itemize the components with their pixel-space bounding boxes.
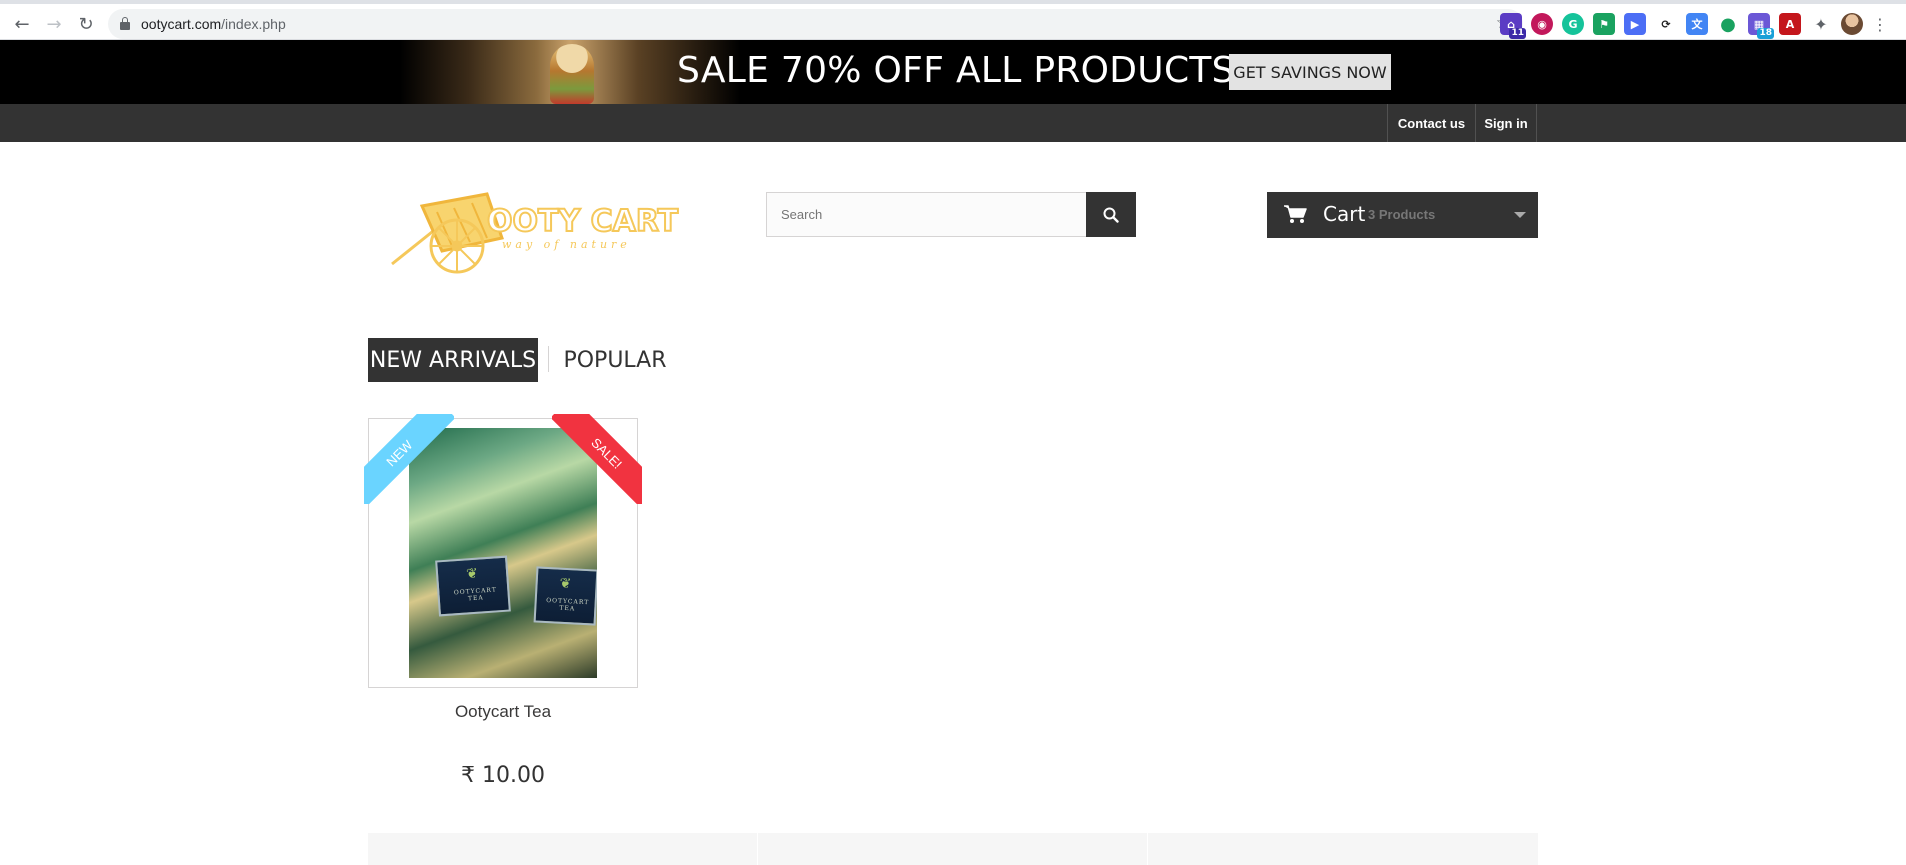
- browser-toolbar: ← → ↻ ootycart.com/index.php ☆ ⌂11 ◉ G ⚑…: [0, 0, 1906, 40]
- extension-school-icon[interactable]: ⌂ 11: [1500, 13, 1526, 39]
- extensions-bar: ⌂ 11 ◉ G ⚑ ▶ ⟳ 文 ● ▦ 18 A ✦ ⋮: [1500, 13, 1888, 39]
- tab-popular[interactable]: POPULAR: [560, 338, 670, 382]
- logo-title: OOTY CART: [487, 204, 679, 239]
- sign-in-link[interactable]: Sign in: [1475, 104, 1537, 142]
- translate-icon[interactable]: 文: [1686, 13, 1708, 35]
- extension-chat-icon[interactable]: ●: [1717, 13, 1739, 35]
- search-field[interactable]: [766, 192, 1088, 237]
- tab-new-arrivals[interactable]: NEW ARRIVALS: [368, 338, 538, 382]
- contact-us-link[interactable]: Contact us: [1387, 104, 1475, 142]
- extension-calendar-icon[interactable]: ▦ 18: [1748, 13, 1774, 39]
- shopping-cart-icon: [1284, 205, 1307, 223]
- cart-logo-icon: OOTY CART way of nature: [391, 192, 680, 274]
- tab-divider: [548, 346, 549, 372]
- search-icon: [1103, 207, 1119, 223]
- lock-icon: [120, 17, 130, 30]
- footer-block-3: [1148, 833, 1538, 865]
- pdf-icon[interactable]: A: [1779, 13, 1801, 35]
- search-input[interactable]: [767, 193, 1087, 236]
- footer-block-2: [758, 833, 1147, 865]
- back-icon[interactable]: ←: [10, 12, 34, 36]
- site-logo[interactable]: OOTY CART way of nature: [382, 176, 682, 276]
- product-name[interactable]: Ootycart Tea: [368, 702, 638, 722]
- grammarly-icon[interactable]: G: [1562, 13, 1584, 35]
- profile-avatar[interactable]: [1841, 13, 1863, 35]
- logo-tagline: way of nature: [502, 238, 631, 251]
- product-price: ₹ 10.00: [461, 763, 545, 788]
- extension-video-icon[interactable]: ▶: [1624, 13, 1646, 35]
- top-nav-bar: Contact us Sign in: [0, 104, 1906, 142]
- cart-dropdown-icon[interactable]: [1514, 212, 1526, 218]
- sale-badge: SALE!: [552, 414, 642, 504]
- footer-block-1: [368, 833, 757, 865]
- new-badge: NEW: [364, 414, 454, 504]
- extensions-puzzle-icon[interactable]: ✦: [1810, 13, 1832, 35]
- search-button[interactable]: [1086, 192, 1136, 237]
- cart-button[interactable]: Cart 3 Products: [1267, 192, 1538, 238]
- cart-count: 3 Products: [1368, 207, 1436, 222]
- tea-pack-front: ❦ OOTYCART TEA: [435, 555, 511, 617]
- cart-label: Cart: [1323, 202, 1366, 226]
- extension-flag-icon[interactable]: ⚑: [1593, 13, 1615, 35]
- menu-kebab-icon[interactable]: ⋮: [1872, 15, 1888, 34]
- extension-circle-icon[interactable]: ◉: [1531, 13, 1553, 35]
- promo-banner[interactable]: SALE 70% OFF ALL PRODUCTS GET SAVINGS NO…: [0, 40, 1906, 104]
- url-text: ootycart.com/index.php: [141, 16, 286, 32]
- reload-icon[interactable]: ↻: [74, 12, 98, 36]
- tea-pack-side: ❦ OOTYCART TEA: [533, 566, 597, 626]
- address-bar[interactable]: ootycart.com/index.php ☆: [108, 9, 1523, 39]
- extension-sync-icon[interactable]: ⟳: [1655, 13, 1677, 35]
- get-savings-button[interactable]: GET SAVINGS NOW: [1229, 54, 1391, 90]
- forward-icon[interactable]: →: [42, 12, 66, 36]
- promo-headline: SALE 70% OFF ALL PRODUCTS: [677, 50, 1235, 91]
